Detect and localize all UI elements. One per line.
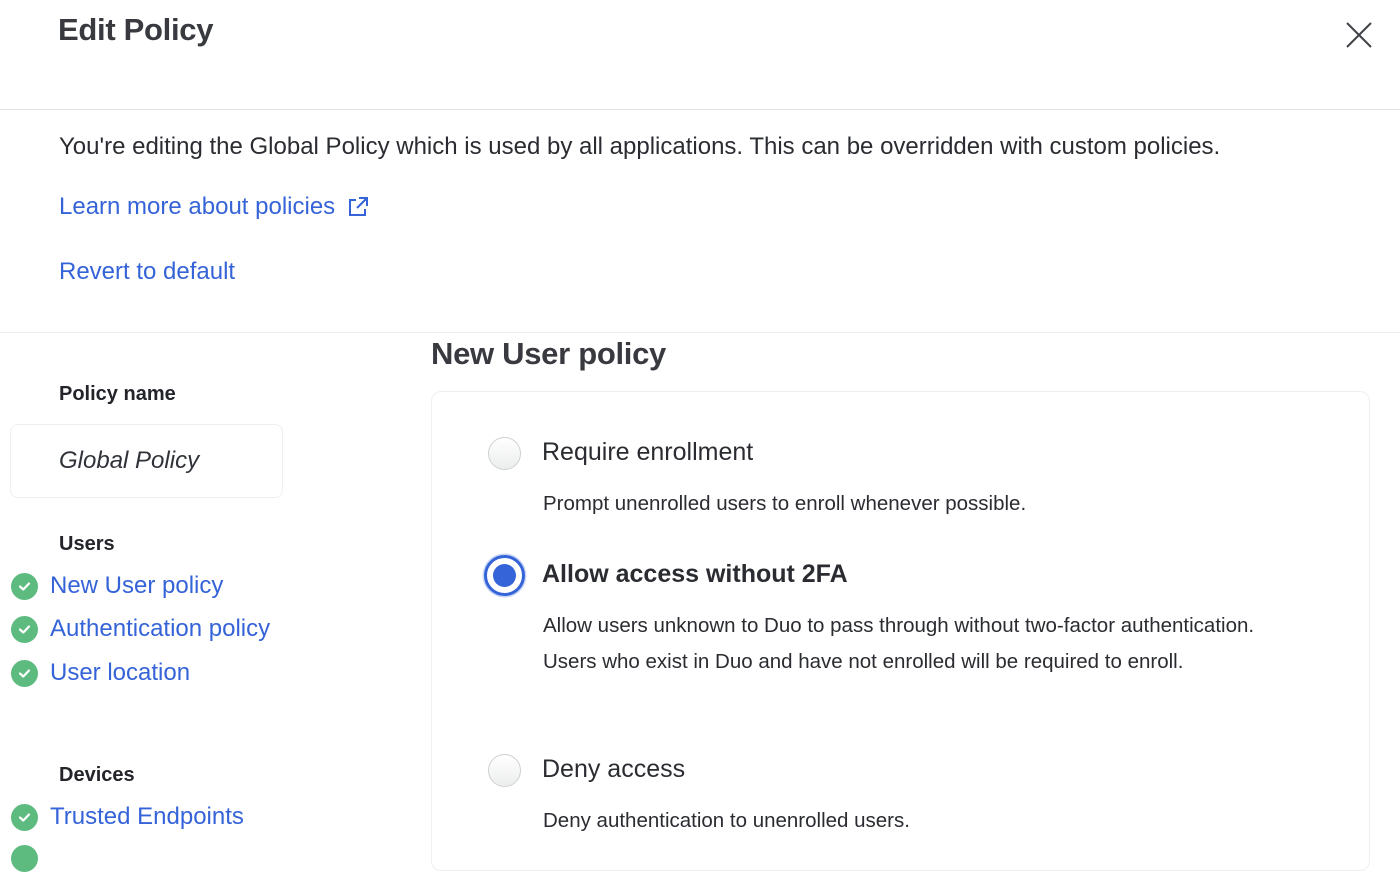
section-heading-users: Users [59,533,115,555]
option-description: Prompt unenrolled users to enroll whenev… [543,492,1027,515]
sidebar-item-label: Trusted Endpoints [50,803,244,830]
policy-sidebar: Policy name Global Policy Users New User… [0,334,420,872]
options-card: Require enrollment Prompt unenrolled use… [431,391,1370,871]
option-label: Require enrollment [542,438,754,466]
radio-deny-access[interactable] [488,754,521,787]
sidebar-item-label: User location [50,659,191,686]
option-label: Allow access without 2FA [542,560,848,588]
close-button[interactable] [1342,18,1376,52]
modal-title: Edit Policy [58,12,214,47]
check-circle-icon [11,845,38,872]
intro-text: You're editing the Global Policy which i… [59,133,1221,160]
sidebar-item-trusted-endpoints[interactable]: Trusted Endpoints [11,803,244,831]
check-circle-icon [11,803,38,831]
intro-section: You're editing the Global Policy which i… [0,111,1400,333]
policy-name-field[interactable]: Global Policy [10,424,283,498]
check-circle-icon [11,659,38,687]
external-link-icon [349,197,369,216]
sidebar-item-user-location[interactable]: User location [11,659,190,687]
sidebar-item-label: Authentication policy [50,615,271,642]
sidebar-item-authentication-policy[interactable]: Authentication policy [11,615,270,643]
option-label: Deny access [542,755,686,783]
radio-require-enrollment[interactable] [488,437,521,470]
revert-to-default-link[interactable]: Revert to default [59,258,235,286]
sidebar-item-new-user-policy[interactable]: New User policy [11,572,223,600]
policy-name-label: Policy name [59,383,176,405]
section-heading-devices: Devices [59,764,135,786]
learn-more-link[interactable]: Learn more about policies [59,193,369,221]
section-title: New User policy [431,336,666,371]
option-description: Deny authentication to unenrolled users. [543,809,910,832]
option-description: Allow users unknown to Duo to pass throu… [543,614,1255,673]
close-icon [1346,22,1372,48]
learn-more-label: Learn more about policies [59,193,336,220]
sidebar-item-partial[interactable] [11,845,38,872]
check-circle-icon [11,615,38,643]
check-circle-icon [11,572,38,600]
modal-header: Edit Policy [0,0,1400,110]
radio-selected-icon [482,553,527,598]
sidebar-item-label: New User policy [50,572,224,599]
radio-allow-access-without-2fa[interactable] [481,552,528,599]
